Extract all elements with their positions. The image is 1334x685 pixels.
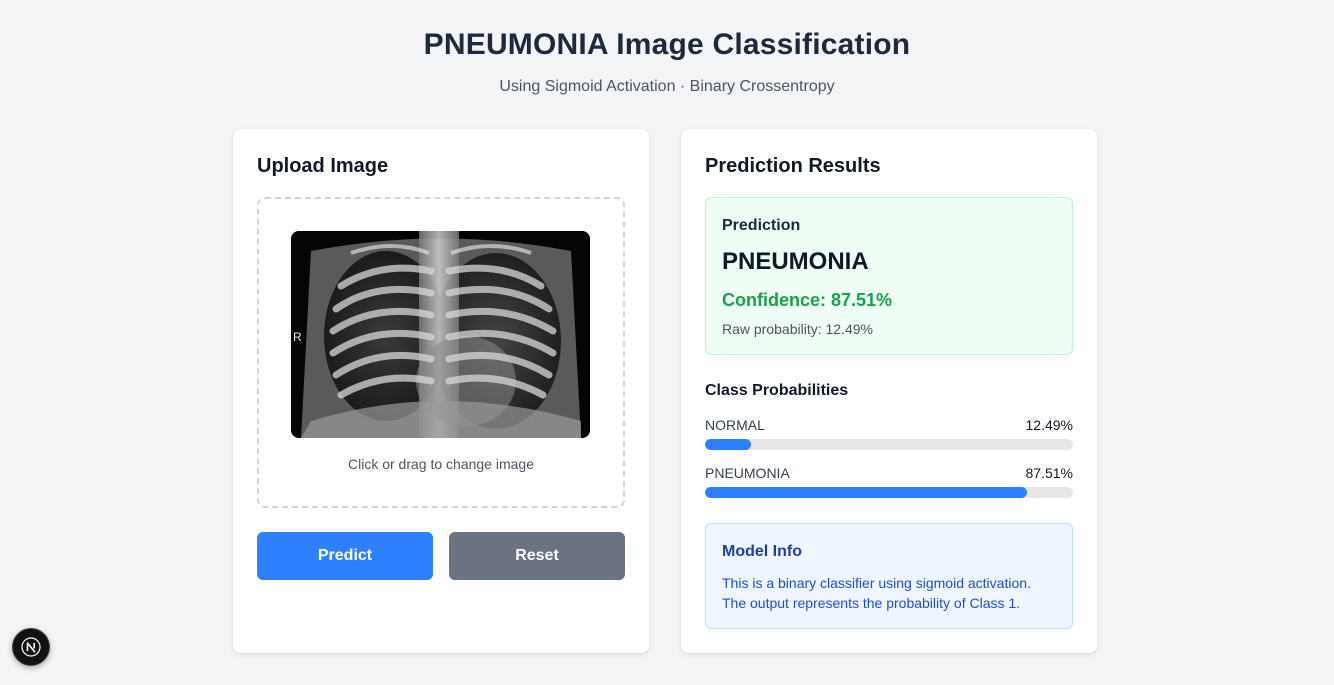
prediction-box: Prediction PNEUMONIA Confidence: 87.51% … [705,197,1073,355]
xray-image: R [291,231,590,438]
model-info-title: Model Info [722,543,802,560]
upload-card: Upload Image R Click or drag to change i… [233,129,649,653]
xray-image-preview: R [291,231,590,438]
results-card-title: Prediction Results [705,155,881,177]
probability-class-name: PNEUMONIA [705,465,790,481]
n-logo-icon [21,637,41,657]
predict-button[interactable]: Predict [257,532,433,580]
probability-bar-fill [705,439,751,450]
page-header: PNEUMONIA Image Classification Using Sig… [0,28,1334,96]
probability-bar-track [705,439,1073,450]
class-probabilities-title: Class Probabilities [705,382,849,399]
page-title: PNEUMONIA Image Classification [423,28,911,61]
raw-probability-text: Raw probability: 12.49% [722,321,873,337]
reset-button[interactable]: Reset [449,532,625,580]
predicted-class: PNEUMONIA [722,248,869,275]
model-info-line-1: This is a binary classifier using sigmoi… [722,575,1031,591]
upload-card-title: Upload Image [257,155,389,177]
nextjs-logo-icon[interactable] [12,628,50,666]
confidence-text: Confidence: 87.51% [722,290,893,310]
page-subtitle: Using Sigmoid Activation · Binary Crosse… [499,78,835,95]
xray-marker: R [293,330,302,344]
prediction-label: Prediction [722,217,801,234]
probability-value: 87.51% [1025,465,1073,481]
probability-bar-track [705,487,1073,498]
image-dropzone[interactable]: R Click or drag to change image [257,197,625,508]
probability-class-name: NORMAL [705,417,765,433]
results-card: Prediction Results Prediction PNEUMONIA … [681,129,1097,653]
model-info-line-2: The output represents the probability of… [722,595,1021,611]
probability-value: 12.49% [1025,417,1073,433]
model-info-text: This is a binary classifier using sigmoi… [722,573,1062,613]
dropzone-hint: Click or drag to change image [348,456,534,472]
probability-bar-fill [705,487,1028,498]
model-info-box: Model Info This is a binary classifier u… [705,523,1073,629]
